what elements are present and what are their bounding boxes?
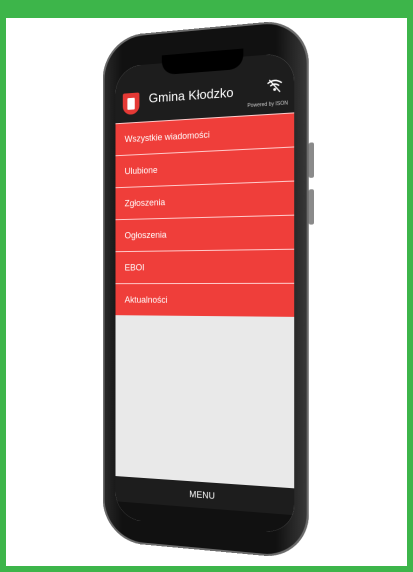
menu-item-label: Zgłoszenia [124,197,166,209]
menu-item-label: Aktualności [124,294,168,305]
menu-list: Wszystkie wiadomości Ulubione Zgłoszenia… [115,112,295,317]
menu-item-eboi[interactable]: EBOI [115,248,295,284]
phone-device: Gmina Kłodzko Powered by ISON Wszystkie … [102,18,314,560]
powered-by-label: Powered by ISON [247,100,289,110]
coat-of-arms-logo [122,92,140,116]
menu-item-news[interactable]: Aktualności [115,282,295,317]
empty-content-area [115,315,294,488]
menu-item-label: Ulubione [124,164,158,177]
app-title: Gmina Kłodzko [148,84,234,106]
phone-screen: Gmina Kłodzko Powered by ISON Wszystkie … [115,52,295,534]
menu-item-reports[interactable]: Zgłoszenia [115,180,295,220]
menu-item-announcements[interactable]: Ogłoszenia [115,214,295,252]
menu-item-label: EBOI [124,262,145,273]
menu-button-label: MENU [189,489,215,501]
menu-item-label: Wszystkie wiadomości [124,129,210,145]
volume-button [308,142,314,178]
menu-item-label: Ogłoszenia [124,229,167,241]
wifi-off-icon[interactable] [266,78,284,94]
volume-button [308,189,314,225]
